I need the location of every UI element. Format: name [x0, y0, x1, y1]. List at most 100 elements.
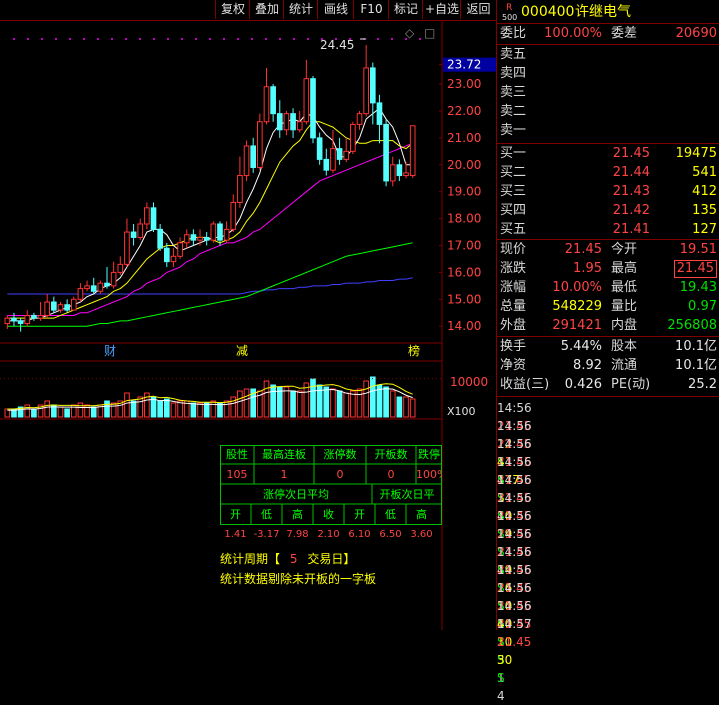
buy-price: 21.44	[612, 165, 650, 180]
info-value: 548229	[552, 299, 602, 314]
price-axis-tick: 23.72	[447, 58, 481, 72]
tick-row: 14:56 21.45 2 S 1	[497, 507, 719, 595]
volume-bar	[177, 400, 183, 418]
candle-body	[403, 172, 409, 177]
candle-body	[396, 164, 403, 177]
signal-dot	[237, 38, 239, 40]
stats-col-value: 6.50	[379, 529, 402, 540]
candle-body	[144, 207, 150, 225]
info-value: 21.45	[564, 242, 602, 257]
candlestick-series	[4, 38, 416, 332]
volume-bar	[190, 402, 197, 418]
stats-col-value: -3.17	[253, 529, 280, 540]
stats-value-open-count: 0	[387, 468, 395, 481]
candle-body	[316, 137, 323, 160]
mark-button[interactable]: 标记	[388, 0, 423, 19]
buy-label: 买五	[500, 222, 527, 237]
candle-body	[44, 301, 51, 316]
draw-line-button[interactable]: 画线	[317, 0, 354, 19]
marker-caibao[interactable]: 财	[104, 344, 116, 358]
volume-bar	[383, 386, 389, 418]
info-value: 291421	[552, 318, 602, 333]
info-label: 涨幅	[500, 280, 527, 295]
tick-time: 14:56	[497, 599, 532, 613]
price-axis-tick: 23.00	[447, 77, 481, 91]
stats-header-limitdown: 跌停	[418, 448, 440, 461]
stats-col-header: 收	[323, 508, 334, 521]
sell-label: 卖四	[500, 66, 527, 81]
stats-col-header: 开	[354, 508, 365, 521]
buy-row: 买五 21.41 127	[497, 221, 719, 239]
info-label: 量比	[611, 299, 638, 314]
info-label: 内盘	[611, 318, 638, 333]
tick-count: 4	[497, 689, 505, 703]
volume-bar	[31, 408, 37, 418]
volume-bar	[197, 402, 203, 418]
volume-bar	[104, 400, 110, 418]
f10-button[interactable]: F10	[353, 0, 389, 19]
info-value: 21.45	[673, 260, 717, 278]
volume-bar	[137, 396, 144, 418]
marker-longhubang[interactable]: 榜	[408, 343, 420, 358]
volume-bar	[403, 396, 409, 418]
candle-body	[57, 304, 64, 311]
tick-row: 14:56 21.45 10 S 1	[497, 597, 719, 685]
volume-bar	[170, 402, 177, 418]
quote-info-row: 换手 5.44% 股本 10.1亿	[497, 338, 719, 356]
divider	[497, 23, 719, 24]
quote-panel: R 500 000400 许继电气 委比 100.00% 委差 20690 卖五…	[496, 0, 719, 703]
stats-header-open-count: 开板数	[374, 448, 408, 461]
candle-body	[283, 113, 290, 131]
signal-dot	[307, 38, 309, 40]
price-axis-tick: 18.00	[447, 212, 481, 226]
volume-bar	[203, 402, 210, 418]
candle-body	[290, 113, 296, 131]
square-icon[interactable]: □	[424, 26, 435, 40]
candle-body	[137, 223, 144, 238]
marker-jianchi[interactable]: 减	[236, 344, 248, 358]
volume-bar	[157, 400, 163, 418]
candle-body	[237, 175, 243, 203]
candle-body	[163, 247, 170, 263]
buy-label: 买三	[500, 184, 527, 199]
candle-body	[11, 317, 17, 322]
statistics-button[interactable]: 统计	[283, 0, 318, 19]
buy-volume: 135	[692, 203, 717, 218]
stats-period-value: 5	[289, 552, 298, 566]
info-label: 现价	[500, 242, 527, 257]
volume-bars	[0, 376, 442, 418]
info-value: 10.00%	[552, 280, 602, 295]
fuquan-button[interactable]: 复权	[215, 0, 250, 19]
signal-dot	[209, 38, 211, 40]
candle-body	[130, 231, 137, 238]
stats-header-guxing: 股性	[226, 448, 248, 461]
price-axis-tick: 22.00	[447, 104, 481, 118]
candle-body	[170, 255, 177, 263]
volume-bar	[350, 390, 356, 418]
sell-label: 卖五	[500, 47, 527, 62]
volume-bar	[336, 390, 343, 418]
volume-bar	[343, 392, 350, 418]
price-axis-tick: 15.00	[447, 292, 481, 306]
buy-volume: 19475	[675, 146, 717, 161]
tick-time: 14:56	[497, 491, 532, 505]
signal-dot	[139, 38, 141, 40]
quote-info-row: 总量 548229 量比 0.97	[497, 298, 719, 316]
volume-bar	[270, 384, 276, 418]
volume-bar	[210, 400, 217, 418]
overlay-button[interactable]: 叠加	[249, 0, 284, 19]
signal-dot	[153, 38, 155, 40]
volume-bar	[389, 390, 396, 418]
candle-body	[124, 231, 130, 265]
diamond-icon[interactable]: ◇	[405, 26, 415, 40]
tick-row: 14:56 21.45 12 S 4	[497, 399, 719, 487]
info-label: 流通	[611, 358, 638, 373]
back-button[interactable]: 返回	[460, 0, 496, 19]
stats-header-max-streak: 最高连板	[262, 448, 306, 461]
add-watchlist-button[interactable]: +自选	[422, 0, 461, 19]
buy-volume: 412	[692, 184, 717, 199]
volume-bar	[223, 400, 230, 418]
price-axis-tick: 16.00	[447, 265, 481, 279]
quote-info-row: 涨跌 1.95 最高 21.45	[497, 260, 719, 278]
candle-body	[117, 263, 124, 273]
